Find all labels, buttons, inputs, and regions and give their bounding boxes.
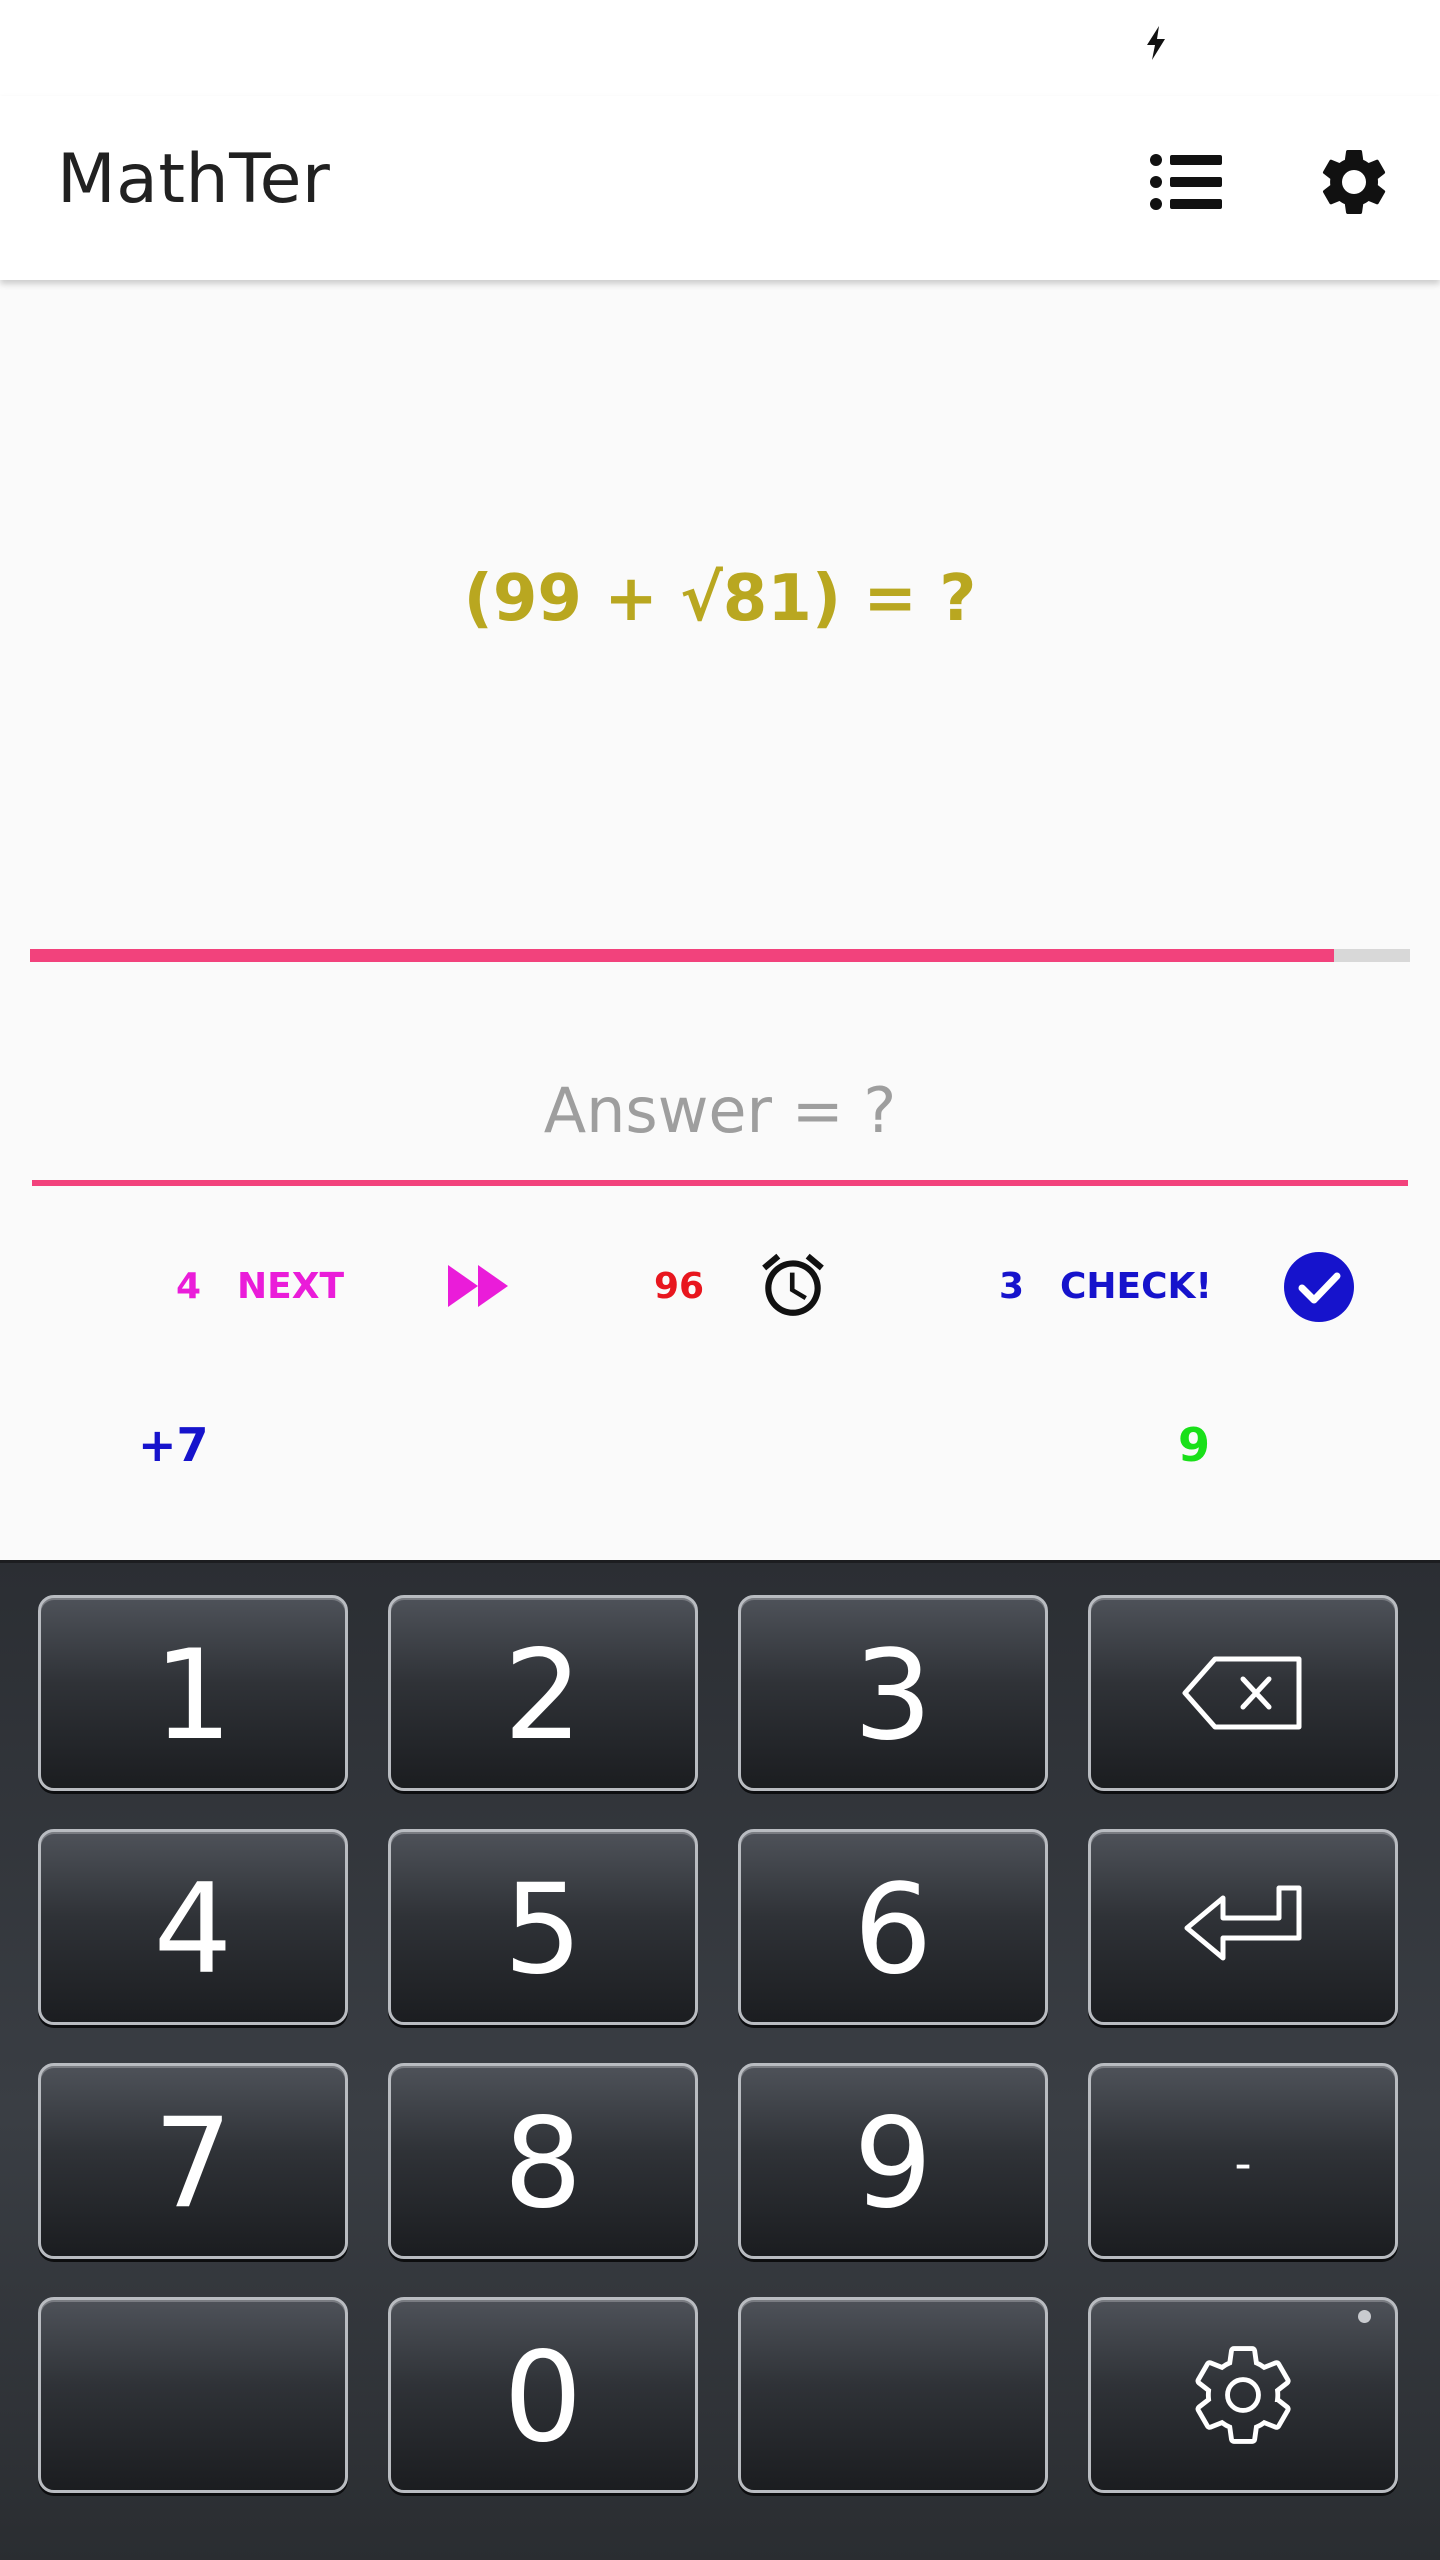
key-blank-left[interactable] [38, 2297, 348, 2493]
question-text: (99 + √81) = ? [463, 562, 977, 636]
key-8[interactable]: 8 [388, 2063, 698, 2259]
timer-value: 96 [654, 1266, 705, 1307]
indicator-dot [1358, 2310, 1371, 2323]
next-button[interactable]: NEXT [237, 1266, 344, 1307]
key-enter[interactable] [1088, 1829, 1398, 2025]
key-keyboard-settings[interactable] [1088, 2297, 1398, 2493]
key-7[interactable]: 7 [38, 2063, 348, 2259]
key-4[interactable]: 4 [38, 1829, 348, 2025]
answer-input[interactable] [32, 1040, 1408, 1186]
key-3[interactable]: 3 [738, 1595, 1048, 1791]
skips-remaining-count: 4 [176, 1266, 202, 1307]
check-button[interactable]: CHECK! [1060, 1266, 1212, 1307]
score-value: 9 [1178, 1418, 1211, 1472]
gear-icon[interactable] [1314, 142, 1394, 222]
fast-forward-icon[interactable] [446, 1261, 512, 1311]
status-bar [0, 0, 1440, 96]
key-9[interactable]: 9 [738, 2063, 1048, 2259]
key-0[interactable]: 0 [388, 2297, 698, 2493]
enter-icon [1184, 1885, 1302, 1961]
list-icon[interactable] [1148, 146, 1224, 218]
time-progress-bar [30, 949, 1410, 962]
key-blank-right[interactable] [738, 2297, 1048, 2493]
backspace-icon [1182, 1656, 1302, 1730]
key-1[interactable]: 1 [38, 1595, 348, 1791]
keyboard-settings-icon [1195, 2346, 1291, 2444]
check-circle-icon[interactable] [1283, 1251, 1355, 1323]
charging-bolt-icon [1147, 26, 1165, 60]
bonus-points: +7 [138, 1418, 209, 1472]
app-title: MathTer [57, 140, 331, 219]
alarm-clock-icon [762, 1253, 824, 1316]
key-5[interactable]: 5 [388, 1829, 698, 2025]
time-progress-fill [30, 949, 1335, 962]
numeric-keypad: 1 2 3 4 5 6 7 8 9 - 0 [0, 1560, 1440, 2560]
key-backspace[interactable] [1088, 1595, 1398, 1791]
key-minus[interactable]: - [1088, 2063, 1398, 2259]
checks-remaining-count: 3 [999, 1266, 1025, 1307]
app-bar: MathTer [0, 96, 1440, 280]
key-2[interactable]: 2 [388, 1595, 698, 1791]
key-6[interactable]: 6 [738, 1829, 1048, 2025]
